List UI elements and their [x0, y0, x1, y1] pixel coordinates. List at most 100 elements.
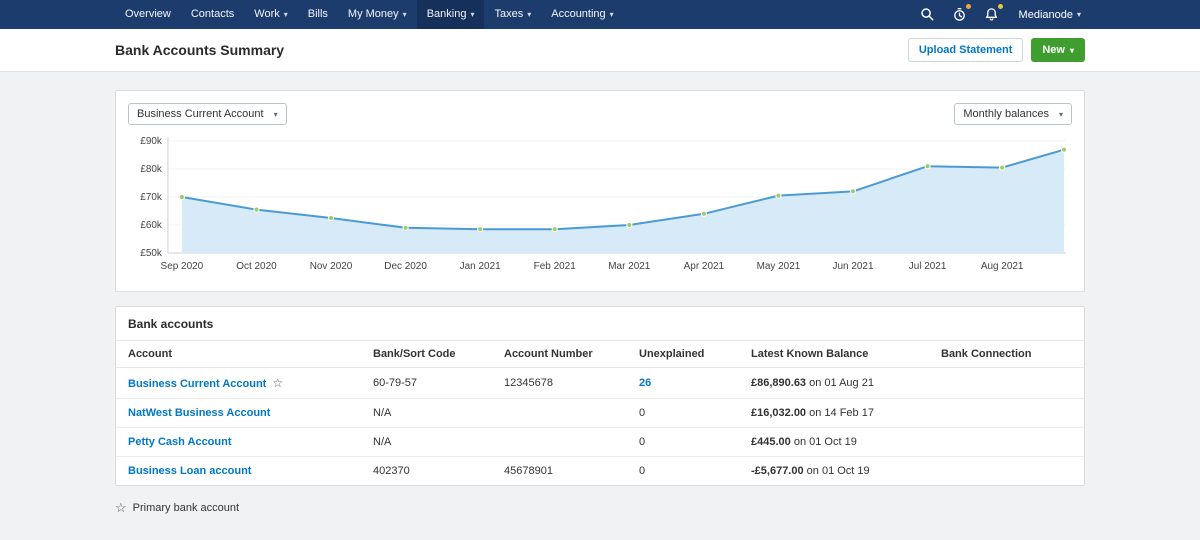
search-button[interactable] — [915, 0, 941, 29]
account-select[interactable]: Business Current Account ▾ — [128, 103, 287, 125]
balance-amount: -£5,677.00 — [751, 465, 804, 477]
card-title: Bank accounts — [128, 317, 214, 331]
account-select-value: Business Current Account — [137, 108, 264, 120]
chevron-down-icon: ▾ — [283, 10, 288, 19]
svg-text:£90k: £90k — [140, 136, 162, 147]
nav-item-contacts[interactable]: Contacts — [181, 0, 244, 29]
table-row: Business Current Account ☆ 60-79-57 1234567… — [116, 367, 1084, 399]
timer-notification-dot — [965, 4, 971, 9]
nav-item-overview[interactable]: Overview — [115, 0, 181, 29]
column-header-account-number: Account Number — [496, 340, 631, 368]
bank-accounts-table: Account Bank/Sort Code Account Number Unexp… — [116, 340, 1084, 485]
top-navbar: Overview Contacts Work ▾ Bills My Money ▾ Banki… — [0, 0, 1200, 29]
sort-code: 402370 — [373, 465, 410, 477]
nav-item-taxes[interactable]: Taxes ▾ — [484, 0, 541, 29]
balance-area-chart: £50k £60k £70k £80k £90k Sep 2020 Oct 2020 Nov … — [140, 136, 1068, 272]
balances-chart-card: Business Current Account ▾ Monthly balan… — [115, 90, 1085, 292]
chevron-down-icon: ▾ — [527, 10, 532, 19]
svg-text:£70k: £70k — [140, 192, 162, 203]
bank-connection — [933, 457, 1084, 486]
bell-icon — [985, 8, 998, 21]
svg-text:Nov 2020: Nov 2020 — [310, 261, 353, 272]
sort-code: 60-79-57 — [365, 367, 496, 399]
sort-code: N/A — [365, 398, 496, 428]
svg-text:Dec 2020: Dec 2020 — [384, 261, 427, 272]
legend-label: Primary bank account — [132, 502, 240, 514]
period-select[interactable]: Monthly balances ▾ — [954, 103, 1072, 125]
bell-notification-dot — [997, 4, 1003, 9]
primary-account-legend: ☆ Primary bank account — [115, 500, 1085, 516]
chevron-down-icon: ▾ — [609, 10, 614, 19]
new-button[interactable]: New ▾ — [1031, 38, 1085, 62]
column-header-bank-sort-code: Bank/Sort Code — [365, 340, 496, 368]
account-number — [496, 398, 631, 428]
latest-known-balance: £86,890.63 on 01 Aug 21 — [743, 367, 933, 399]
balance-amount: £86,890.63 — [751, 377, 807, 389]
account-number — [496, 427, 631, 457]
account-link[interactable]: Business Current Account — [128, 378, 266, 390]
account-link[interactable]: NatWest Business Account — [128, 407, 270, 419]
nav-item-my-money[interactable]: My Money ▾ — [338, 0, 417, 29]
svg-text:Sep 2020: Sep 2020 — [161, 261, 204, 272]
table-row: Business Loan account 402370 45678901 0 -£5,… — [116, 457, 1084, 486]
nav-item-bills[interactable]: Bills — [298, 0, 338, 29]
account-number: 12345678 — [496, 367, 631, 399]
star-icon: ☆ — [272, 376, 284, 390]
svg-text:Jul 2021: Jul 2021 — [909, 261, 947, 272]
chevron-down-icon: ▾ — [1069, 46, 1074, 55]
svg-text:Oct 2020: Oct 2020 — [236, 261, 277, 272]
svg-text:£50k: £50k — [140, 248, 162, 259]
account-link[interactable]: Business Loan account — [128, 465, 251, 477]
nav-menu: Overview Contacts Work ▾ Bills My Money ▾ Banki… — [115, 0, 624, 29]
unexplained-count: 0 — [631, 398, 743, 428]
balance-amount: £16,032.00 — [751, 407, 807, 419]
chevron-down-icon: ▾ — [1076, 10, 1081, 19]
unexplained-count: 0 — [639, 465, 646, 477]
unexplained-link[interactable]: 26 — [639, 377, 651, 389]
user-menu[interactable]: Medianode ▾ — [1011, 9, 1085, 21]
nav-item-accounting[interactable]: Accounting ▾ — [541, 0, 623, 29]
svg-text:Aug 2021: Aug 2021 — [981, 261, 1024, 272]
account-number: 45678901 — [504, 465, 553, 477]
svg-text:£80k: £80k — [140, 164, 162, 175]
nav-item-banking[interactable]: Banking ▾ — [416, 0, 485, 29]
notifications-button[interactable] — [979, 0, 1005, 29]
star-icon: ☆ — [115, 500, 127, 515]
timer-button[interactable] — [947, 0, 973, 29]
period-select-value: Monthly balances — [963, 108, 1049, 120]
table-row: NatWest Business Account N/A 0 £16,032.00 o… — [116, 398, 1084, 428]
column-header-unexplained: Unexplained — [631, 340, 743, 368]
chevron-down-icon: ▾ — [402, 10, 407, 19]
latest-known-balance: £445.00 on 01 Oct 19 — [743, 427, 933, 457]
sort-code: N/A — [365, 427, 496, 457]
chevron-down-icon: ▾ — [470, 10, 475, 19]
user-name: Medianode — [1018, 8, 1073, 21]
new-button-label: New — [1042, 44, 1065, 56]
latest-known-balance: £16,032.00 on 14 Feb 17 — [743, 398, 933, 428]
svg-text:Apr 2021: Apr 2021 — [684, 261, 725, 272]
search-icon — [921, 8, 934, 21]
svg-text:May 2021: May 2021 — [757, 261, 801, 272]
column-header-bank-connection: Bank Connection — [933, 340, 1084, 368]
bank-accounts-card: Bank accounts Account Bank/Sort Code Accou… — [115, 306, 1085, 486]
column-header-account: Account — [116, 340, 365, 368]
svg-text:Jun 2021: Jun 2021 — [833, 261, 874, 272]
table-row: Petty Cash Account N/A 0 £445.00 on 01 Oct … — [116, 427, 1084, 457]
account-link[interactable]: Petty Cash Account — [128, 436, 232, 448]
svg-text:£60k: £60k — [140, 220, 162, 231]
chevron-down-icon: ▾ — [273, 109, 278, 119]
page-header: Bank Accounts Summary Upload Statement N… — [0, 29, 1200, 72]
bank-connection — [933, 398, 1084, 428]
timer-icon — [954, 8, 965, 21]
nav-item-work[interactable]: Work ▾ — [244, 0, 297, 29]
chevron-down-icon: ▾ — [1058, 109, 1063, 119]
page-title: Bank Accounts Summary — [115, 42, 285, 58]
bank-connection — [933, 367, 1084, 399]
unexplained-count: 0 — [631, 427, 743, 457]
upload-statement-button[interactable]: Upload Statement — [907, 38, 1024, 62]
svg-text:Feb 2021: Feb 2021 — [534, 261, 577, 272]
svg-text:Mar 2021: Mar 2021 — [608, 261, 651, 272]
balance-amount: £445.00 — [751, 436, 791, 448]
nav-right-group: Medianode ▾ — [915, 0, 1085, 29]
column-header-latest-known-balance: Latest Known Balance — [743, 340, 933, 368]
